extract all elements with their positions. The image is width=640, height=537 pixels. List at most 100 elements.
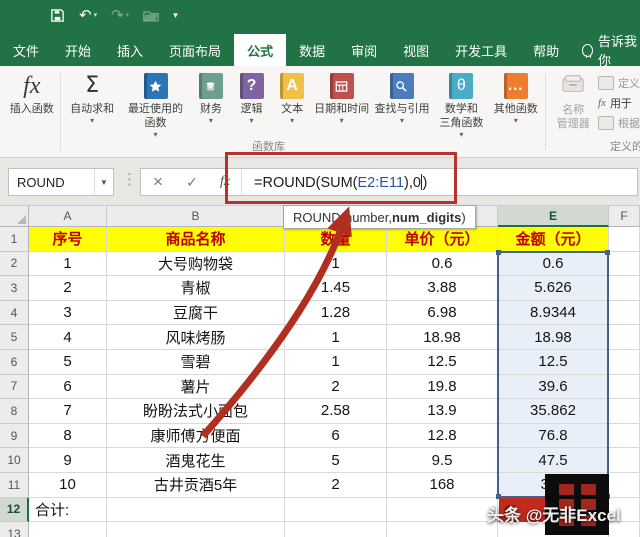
cell[interactable]: 35.862 [498,399,609,424]
tab-developer[interactable]: 开发工具 [442,34,520,66]
cell[interactable] [29,522,107,537]
cell[interactable]: 酒鬼花生 [107,448,285,473]
cell[interactable]: 1.45 [285,276,387,301]
create-from-selection-item[interactable]: 根据 [598,115,640,131]
cell[interactable]: 168 [387,473,498,498]
cell[interactable]: 2 [29,276,107,301]
cell[interactable] [609,399,640,424]
tab-page-layout[interactable]: 页面布局 [156,34,234,66]
save-icon[interactable] [50,8,65,23]
header-cell[interactable]: 数量 [285,227,387,252]
cell[interactable]: 豆腐干 [107,301,285,326]
tab-view[interactable]: 视图 [390,34,442,66]
column-header-E[interactable]: E [498,206,609,227]
tab-review[interactable]: 审阅 [338,34,390,66]
use-in-formula-item[interactable]: fx用于 [598,95,640,111]
row-header-4[interactable]: 4 [0,301,29,326]
cell[interactable] [107,522,285,537]
tell-me-box[interactable]: 告诉我你 [572,34,640,66]
cell[interactable]: 1 [285,350,387,375]
date-time-button[interactable]: 日期和时间 ▾ [312,71,371,125]
cell[interactable]: 7 [29,399,107,424]
cell[interactable]: 18.98 [498,325,609,350]
cell[interactable]: 6 [29,375,107,400]
row-header-7[interactable]: 7 [0,375,29,400]
cell[interactable] [387,498,498,523]
cell[interactable] [609,424,640,449]
more-functions-button[interactable]: … 其他函数 ▾ [490,71,541,125]
cell[interactable]: 4 [29,325,107,350]
cell[interactable]: 8 [29,424,107,449]
cell[interactable]: 雪碧 [107,350,285,375]
text-button[interactable]: A 文本 ▾ [272,71,312,125]
cancel-button[interactable]: × [141,172,175,192]
cell[interactable] [609,350,640,375]
cell[interactable]: 18.98 [387,325,498,350]
cell[interactable] [609,375,640,400]
tab-help[interactable]: 帮助 [520,34,572,66]
cell[interactable]: 2.58 [285,399,387,424]
math-trig-button[interactable]: θ 数学和 三角函数 ▾ [433,71,490,139]
cell[interactable]: 12.8 [387,424,498,449]
cell[interactable]: 3 [29,301,107,326]
open-folder-icon[interactable] [143,9,159,22]
cell[interactable]: 5 [29,350,107,375]
cell[interactable]: 12.5 [498,350,609,375]
cell[interactable] [609,276,640,301]
tab-data[interactable]: 数据 [286,34,338,66]
cell[interactable]: 6 [285,424,387,449]
cell[interactable]: 盼盼法式小面包 [107,399,285,424]
cell[interactable]: 薯片 [107,375,285,400]
column-header-A[interactable]: A [29,206,107,227]
cell[interactable] [609,252,640,277]
cell[interactable]: 9 [29,448,107,473]
header-cell[interactable]: 单价（元） [387,227,498,252]
define-name-item[interactable]: 定义 [598,75,640,91]
cell[interactable]: 6.98 [387,301,498,326]
cell[interactable]: 风味烤肠 [107,325,285,350]
tab-formulas[interactable]: 公式 [234,34,286,66]
cell[interactable]: 8.9344 [498,301,609,326]
cell[interactable] [609,448,640,473]
cell[interactable]: 2 [285,375,387,400]
row-header-11[interactable]: 11 [0,473,29,498]
row-header-3[interactable]: 3 [0,276,29,301]
cell[interactable]: 1 [285,252,387,277]
recently-used-button[interactable]: 最近使用的 函数 ▾ [120,71,191,139]
cell[interactable] [609,301,640,326]
cell[interactable] [285,522,387,537]
insert-function-button[interactable]: fx 插入函数 [6,71,57,116]
cell[interactable]: 3.88 [387,276,498,301]
column-header-B[interactable]: B [107,206,285,227]
logical-button[interactable]: ? 逻辑 ▾ [231,71,273,125]
enter-button[interactable]: ✓ [175,174,209,191]
cell[interactable]: 9.5 [387,448,498,473]
undo-icon[interactable]: ↶▾ [79,8,97,23]
cell[interactable]: 0.6 [387,252,498,277]
row-header-12[interactable]: 12 [0,498,29,523]
cell[interactable]: 13.9 [387,399,498,424]
formula-bar-drag-handle[interactable]: ⋮ [122,170,137,188]
cell[interactable]: 10 [29,473,107,498]
cell[interactable]: 1 [285,325,387,350]
name-box[interactable]: ROUND ▼ [8,168,114,196]
cell[interactable]: 5 [285,448,387,473]
column-header-F[interactable]: F [609,206,640,227]
header-cell[interactable]: 序号 [29,227,107,252]
cell[interactable]: 2 [285,473,387,498]
header-cell[interactable]: 商品名称 [107,227,285,252]
name-manager-button[interactable]: 名称 管理器 [549,71,598,131]
row-header-5[interactable]: 5 [0,325,29,350]
financial-button[interactable]: 财务 ▾ [191,71,231,125]
tab-file[interactable]: 文件 [0,34,52,66]
row-header-13[interactable]: 13 [0,522,29,537]
row-header-9[interactable]: 9 [0,424,29,449]
cell[interactable] [387,522,498,537]
cell[interactable]: 1 [29,252,107,277]
cell[interactable] [609,227,640,252]
cell[interactable]: 19.8 [387,375,498,400]
autosum-button[interactable]: Σ 自动求和 ▾ [64,71,119,125]
row-header-6[interactable]: 6 [0,350,29,375]
chevron-down-icon[interactable]: ▼ [94,169,113,195]
cell[interactable]: 合计: [29,498,107,523]
